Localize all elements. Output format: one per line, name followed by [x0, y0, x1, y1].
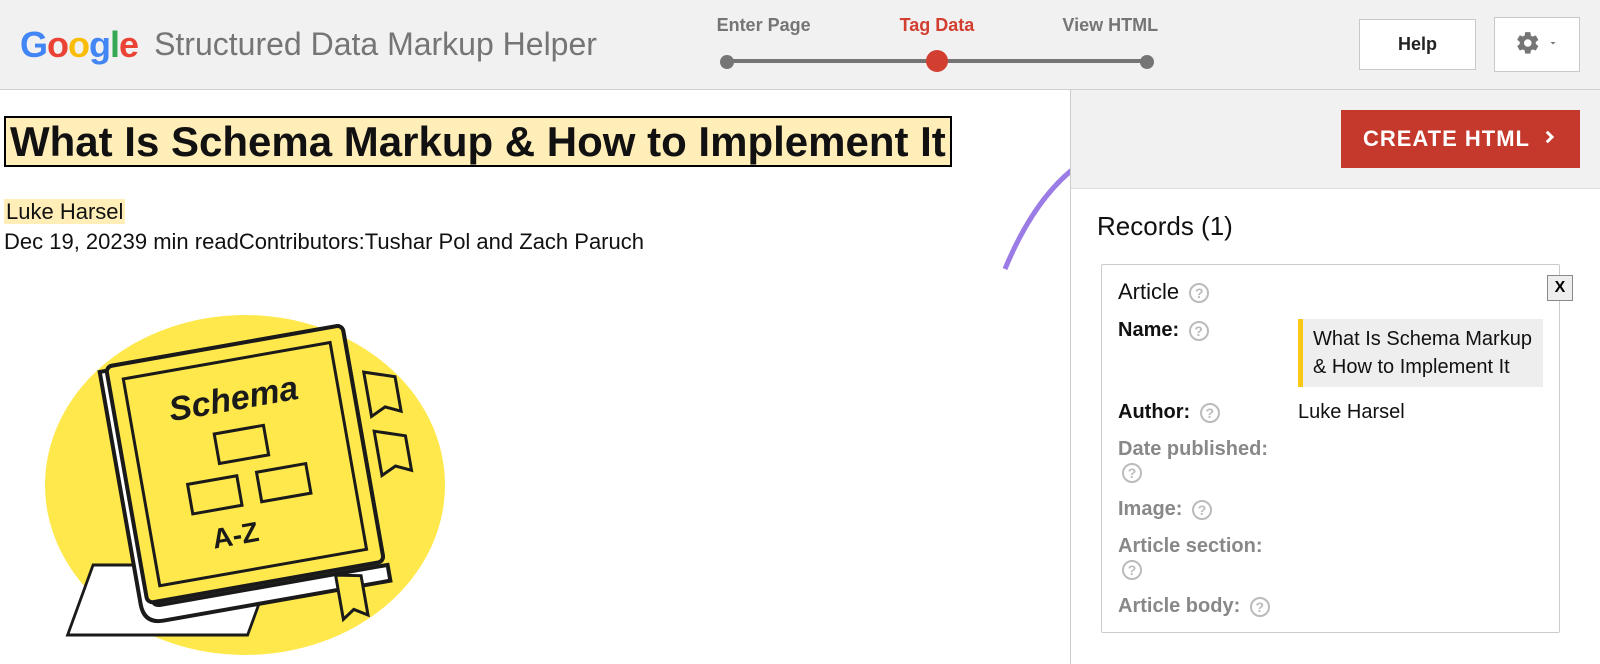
google-logo: Google [20, 24, 138, 66]
field-name-label: Name: ? [1118, 319, 1298, 342]
author-highlight[interactable]: Luke Harsel [4, 199, 125, 224]
create-html-button[interactable]: CREATE HTML [1341, 110, 1580, 168]
help-icon[interactable]: ? [1189, 283, 1209, 303]
help-icon[interactable]: ? [1250, 597, 1270, 617]
field-body-row: Article body: ? [1118, 595, 1543, 618]
step-dot-3 [1140, 55, 1154, 69]
step-enter-page[interactable]: Enter Page [677, 15, 850, 36]
step-tag-data[interactable]: Tag Data [850, 15, 1023, 36]
record-type-label: Article [1118, 279, 1179, 304]
records-title: Records (1) [1097, 211, 1574, 242]
record-type: Article ? [1118, 279, 1543, 305]
field-author-row: Author: ? Luke Harsel [1118, 401, 1543, 424]
page-title-highlight[interactable]: What Is Schema Markup & How to Implement… [4, 116, 952, 167]
close-record-button[interactable]: X [1547, 275, 1573, 301]
help-icon[interactable]: ? [1122, 560, 1142, 580]
stepper: Enter Page Tag Data View HTML [677, 15, 1197, 75]
field-name-row: Name: ? What Is Schema Markup & How to I… [1118, 319, 1543, 387]
records-section: Records (1) X Article ? Name: ? What Is … [1071, 189, 1600, 655]
record-card: X Article ? Name: ? What Is Schema Marku… [1101, 264, 1560, 633]
sidebar-action-row: CREATE HTML [1071, 90, 1600, 189]
preview-pane[interactable]: What Is Schema Markup & How to Implement… [0, 90, 1070, 664]
field-author-value[interactable]: Luke Harsel [1298, 401, 1543, 424]
help-icon[interactable]: ? [1189, 321, 1209, 341]
help-icon[interactable]: ? [1122, 463, 1142, 483]
step-dot-1 [720, 55, 734, 69]
step-dot-2-active [926, 50, 948, 72]
field-name-value[interactable]: What Is Schema Markup & How to Implement… [1298, 319, 1543, 387]
field-author-label: Author: ? [1118, 401, 1298, 424]
field-body-label: Article body: ? [1118, 595, 1298, 618]
chevron-right-icon [1540, 126, 1558, 152]
help-button[interactable]: Help [1359, 19, 1476, 70]
field-image-row: Image: ? [1118, 498, 1543, 521]
step-view-html[interactable]: View HTML [1024, 15, 1197, 36]
gear-icon [1515, 30, 1541, 59]
field-section-label: Article section: ? [1118, 535, 1298, 581]
create-html-label: CREATE HTML [1363, 126, 1530, 152]
field-section-row: Article section: ? [1118, 535, 1543, 581]
field-date-row: Date published: ? [1118, 438, 1543, 484]
top-bar: Google Structured Data Markup Helper Ent… [0, 0, 1600, 90]
schema-book-illustration: Schema A-Z Schema A-Z [30, 285, 1070, 660]
field-name-value-wrap: What Is Schema Markup & How to Implement… [1298, 319, 1543, 387]
field-date-label: Date published: ? [1118, 438, 1298, 484]
settings-button[interactable] [1494, 17, 1580, 72]
chevron-down-icon [1547, 37, 1559, 52]
app-title: Structured Data Markup Helper [154, 26, 597, 63]
help-icon[interactable]: ? [1192, 500, 1212, 520]
meta-line[interactable]: Dec 19, 20239 min readContributors:Tusha… [4, 229, 1070, 255]
field-image-label: Image: ? [1118, 498, 1298, 521]
help-icon[interactable]: ? [1200, 403, 1220, 423]
sidebar-panel: CREATE HTML Records (1) X Article ? Name… [1070, 90, 1600, 664]
